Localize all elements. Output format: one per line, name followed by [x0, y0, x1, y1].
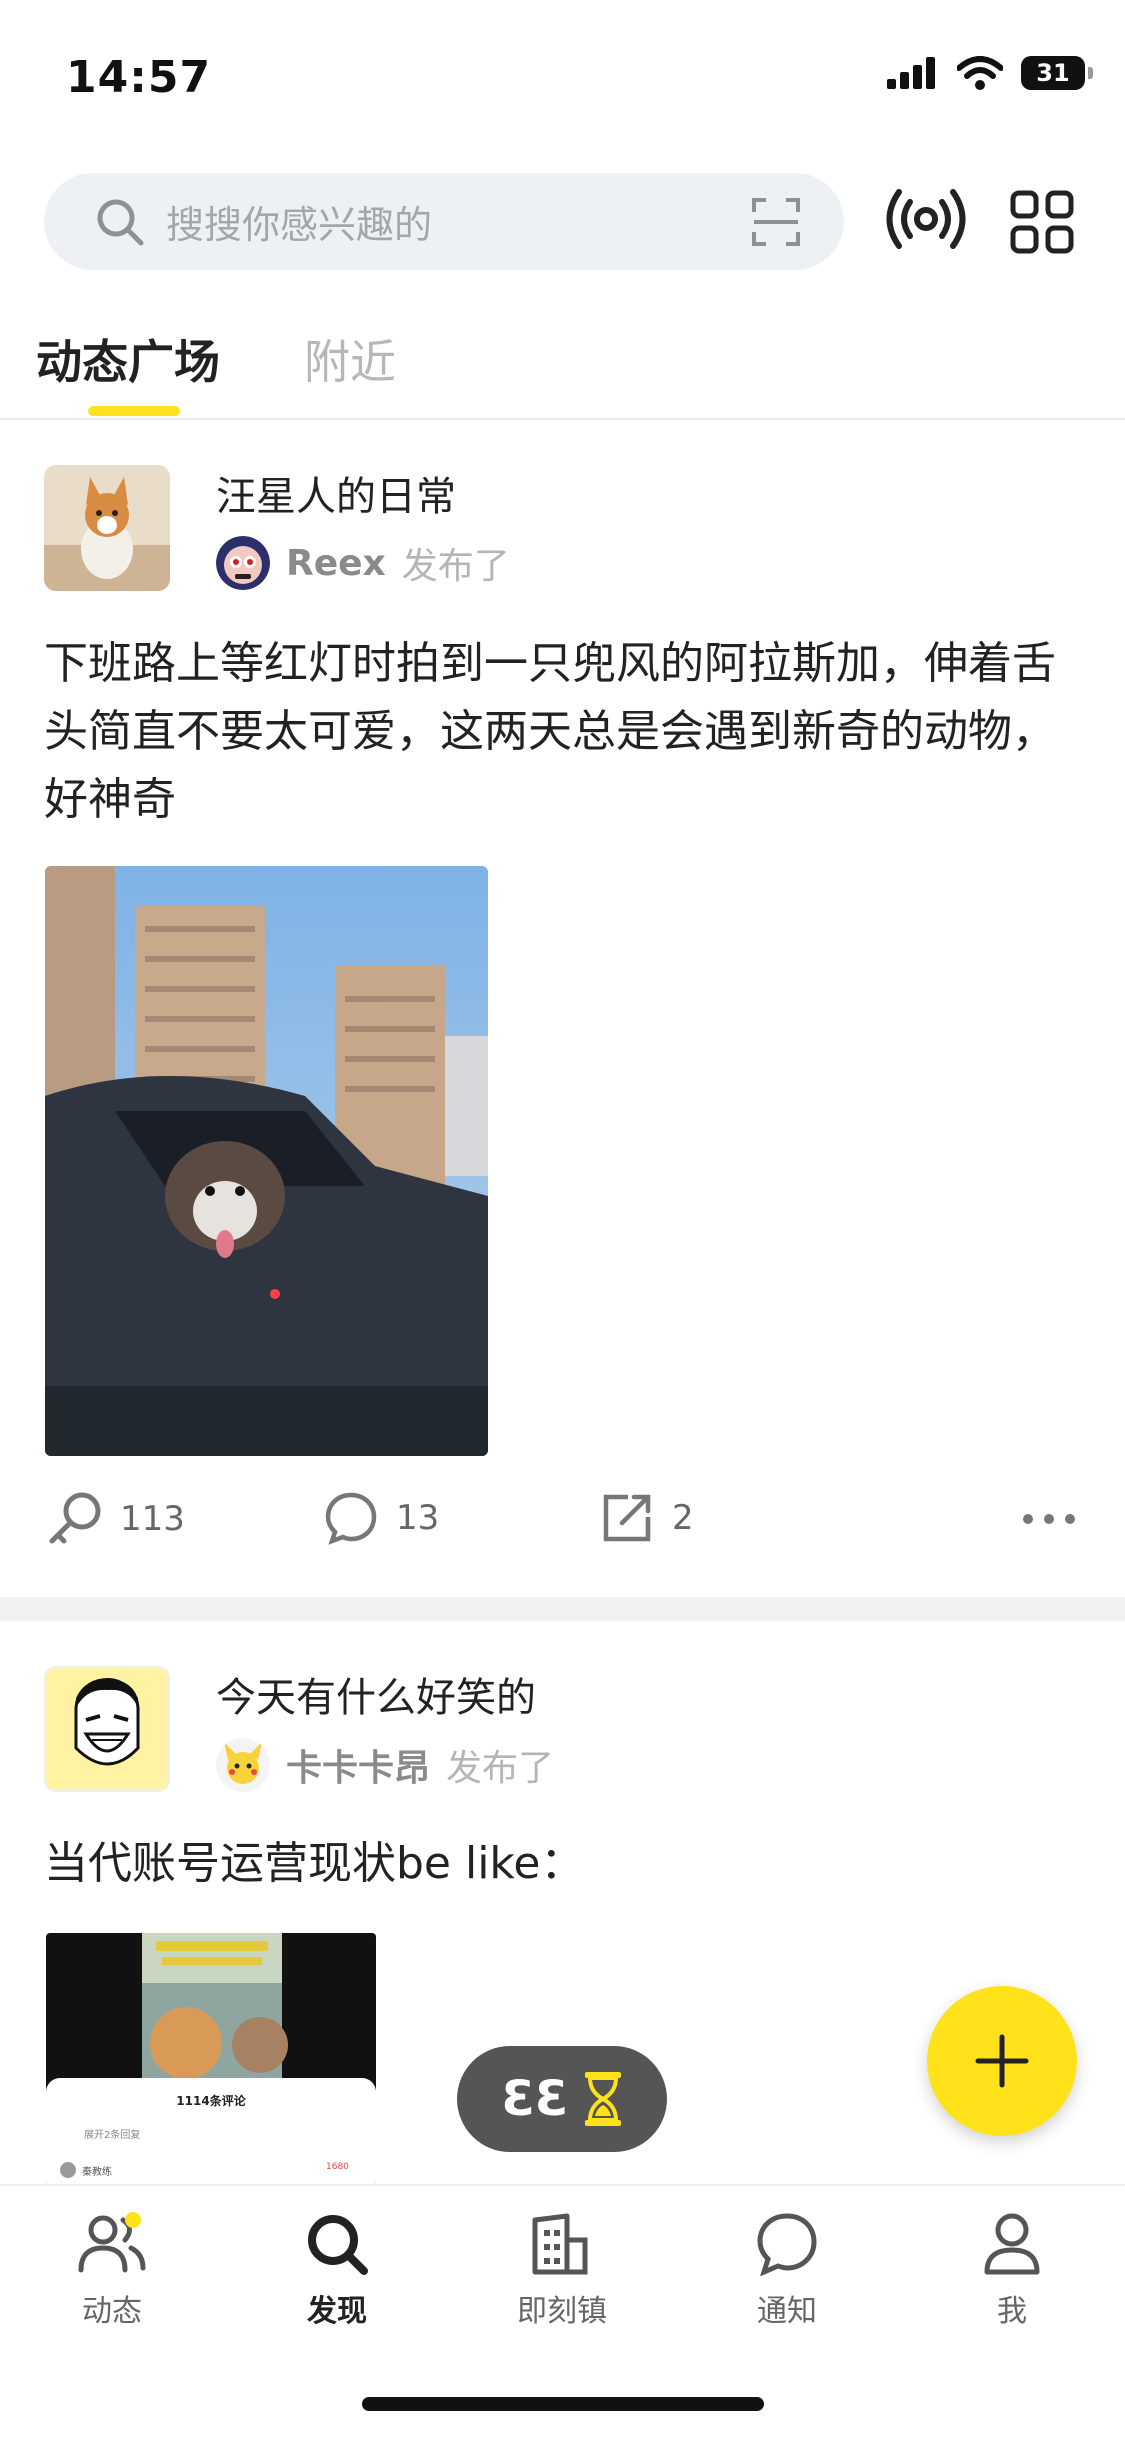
tab-plaza[interactable]: 动态广场 — [36, 326, 220, 392]
hourglass-icon — [585, 2072, 622, 2126]
post-separator — [0, 1597, 1125, 1621]
cartoon-avatar-icon — [216, 536, 270, 590]
post-text[interactable]: 下班路上等红灯时拍到一只兜风的阿拉斯加，伸着舌头简直不要太可爱，这两天总是会遇到… — [44, 630, 1084, 834]
nav-label: 动态 — [82, 2294, 142, 2329]
person-icon — [984, 2213, 1040, 2275]
author-avatar[interactable] — [216, 536, 270, 590]
home-indicator — [362, 2397, 764, 2411]
corgi-image — [44, 465, 170, 591]
dog-in-car-photo — [45, 866, 488, 1456]
create-post-button[interactable] — [927, 1986, 1077, 2136]
expand-replies: 展开2条回复 — [84, 2130, 141, 2141]
post-text[interactable]: 当代账号运营现状be like： — [44, 1830, 1084, 1898]
scan-icon[interactable] — [750, 196, 802, 248]
search-icon — [97, 199, 144, 245]
signal-icon — [887, 57, 935, 89]
commenter-row: 秦教练 — [60, 2162, 112, 2178]
broadcast-icon[interactable] — [886, 184, 966, 254]
share-icon — [603, 1494, 651, 1542]
like-count: 113 — [120, 1499, 185, 1539]
group-name[interactable]: 汪星人的日常 — [216, 464, 456, 522]
nav-label: 即刻镇 — [517, 2294, 607, 2329]
apps-grid-icon[interactable] — [1010, 190, 1074, 254]
chat-bubble-icon — [757, 2213, 817, 2277]
status-icons: 31 — [887, 56, 1093, 90]
author-row: 卡卡卡昂 发布了 — [216, 1738, 554, 1792]
comment-count: 13 — [396, 1498, 440, 1538]
author-avatar[interactable] — [216, 1738, 270, 1792]
like-button[interactable]: 113 — [46, 1491, 185, 1547]
commenter-name: 秦教练 — [82, 2166, 112, 2178]
nav-item-town[interactable]: 即刻镇 — [482, 2212, 642, 2330]
group-name[interactable]: 今天有什么好笑的 — [216, 1665, 536, 1723]
share-button[interactable]: 2 — [600, 1491, 694, 1545]
commenter-likes: 1680 — [326, 2162, 349, 2172]
people-icon — [78, 2212, 146, 2273]
nav-item-profile[interactable]: 我 — [932, 2212, 1092, 2330]
comment-count-title: 1114条评论 — [176, 2094, 246, 2108]
author-name[interactable]: Reex — [286, 543, 386, 584]
comment-button[interactable]: 13 — [324, 1491, 439, 1545]
building-icon — [532, 2213, 588, 2275]
plus-icon — [975, 2034, 1029, 2088]
divider — [0, 418, 1125, 420]
search-bar[interactable]: 搜搜你感兴趣的 — [44, 173, 844, 270]
post-video-thumbnail[interactable]: 1114条评论 展开2条回复 秦教练 1680 — [46, 1933, 376, 2185]
tab-nearby[interactable]: 附近 — [304, 326, 396, 392]
comment-icon — [325, 1492, 377, 1545]
pikachu-avatar-icon — [216, 1738, 270, 1792]
battery-indicator: 31 — [1021, 56, 1093, 90]
author-name[interactable]: 卡卡卡昂 — [286, 1739, 430, 1791]
group-avatar[interactable] — [44, 1666, 170, 1792]
status-time: 14:57 — [66, 52, 212, 103]
published-label: 发布了 — [401, 546, 510, 587]
timer-value: 33 — [500, 2071, 568, 2127]
timer-pill[interactable]: 33 — [457, 2046, 667, 2152]
nav-label: 通知 — [757, 2294, 817, 2329]
search-placeholder: 搜搜你感兴趣的 — [166, 203, 433, 247]
share-count: 2 — [672, 1498, 694, 1538]
wifi-icon — [957, 56, 1003, 90]
published-label: 发布了 — [446, 1748, 555, 1789]
group-avatar[interactable] — [44, 465, 170, 591]
nav-label: 我 — [997, 2294, 1027, 2329]
author-row: Reex 发布了 — [216, 536, 510, 590]
commenter-avatar — [60, 2162, 76, 2178]
nav-item-feed[interactable]: 动态 — [32, 2212, 192, 2330]
tab-active-indicator — [88, 406, 180, 416]
nav-item-notifications[interactable]: 通知 — [707, 2212, 867, 2330]
key-like-icon — [49, 1492, 101, 1544]
nav-label: 发现 — [307, 2294, 367, 2329]
more-icon[interactable] — [1022, 1511, 1076, 1527]
post-image[interactable] — [45, 866, 488, 1456]
laughing-meme-face-icon — [46, 1668, 168, 1790]
nav-item-discover[interactable]: 发现 — [257, 2212, 417, 2330]
comment-panel-preview: 1114条评论 展开2条回复 秦教练 1680 — [46, 2078, 376, 2185]
search-icon — [308, 2215, 368, 2275]
